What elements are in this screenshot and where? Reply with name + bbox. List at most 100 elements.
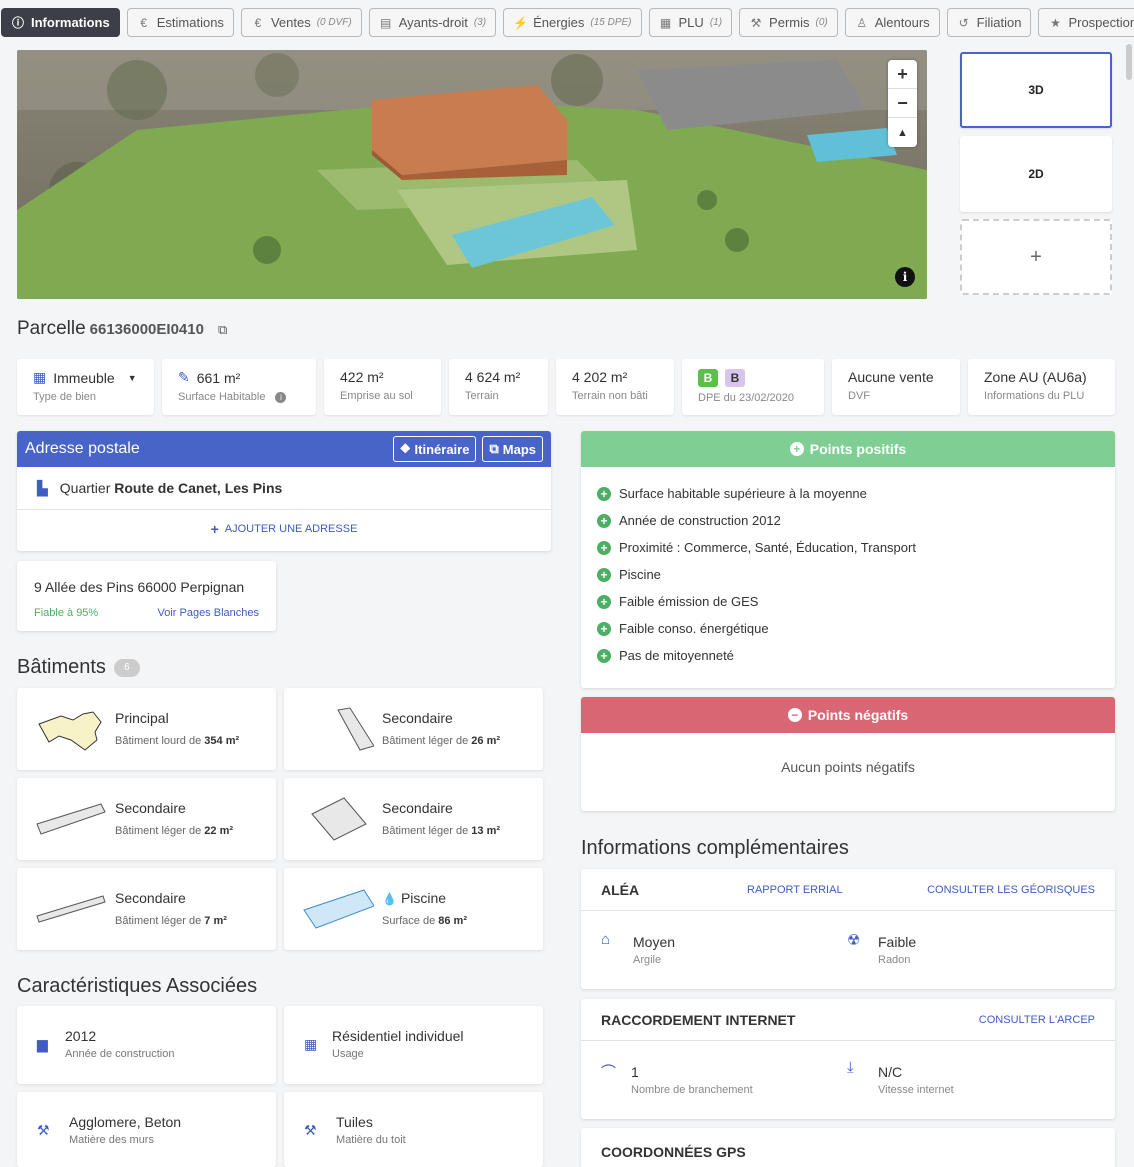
plus-circle-icon: +	[597, 567, 611, 582]
address-header: Adresse postale ⛖ Itinéraire ⧉ Maps	[17, 431, 551, 467]
person-pin-icon: ♙	[856, 15, 868, 30]
itineraire-button[interactable]: ⛖ Itinéraire	[393, 436, 477, 462]
stat-surface-habitable: ✎ 661 m² Surface Habitable i	[162, 359, 316, 415]
maps-button[interactable]: ⧉ Maps	[482, 436, 543, 462]
building-shape-icon	[36, 803, 106, 835]
stat-dvf: Aucune vente DVF	[832, 359, 960, 415]
plus-circle-icon: +	[597, 648, 611, 663]
star-icon: ★	[1050, 15, 1061, 30]
add-view-button[interactable]: +	[960, 219, 1112, 295]
count-badge: 6	[113, 658, 140, 677]
minus-circle-icon: −	[787, 708, 802, 722]
internet-card: RACCORDEMENT INTERNET CONSULTER L'ARCEP …	[581, 999, 1115, 1119]
positive-points-header: + Points positifs	[581, 431, 1115, 467]
list-item: + Piscine	[581, 561, 1115, 588]
building-shape-icon	[36, 895, 106, 923]
stat-terrain: 4 624 m² Terrain	[449, 359, 548, 415]
plus-circle-icon: +	[597, 513, 611, 528]
tab-plu[interactable]: ▦ PLU (1)	[648, 8, 733, 37]
building-card[interactable]: Secondaire Bâtiment léger de 26 m²	[284, 688, 543, 770]
carac-usage-card: ▦ Résidentiel individuel Usage	[284, 1006, 543, 1084]
zoom-out-button[interactable]: −	[888, 89, 917, 118]
document-icon: ▦	[659, 15, 672, 30]
map-info-button[interactable]: i	[895, 267, 915, 287]
hammer-icon: ⚒	[37, 1122, 50, 1138]
internet-header: RACCORDEMENT INTERNET CONSULTER L'ARCEP	[581, 999, 1115, 1041]
home-icon: ⌂	[601, 931, 611, 948]
dpe-ges-badge: B	[725, 369, 745, 387]
city-icon: ▙	[37, 479, 48, 496]
zoom-in-button[interactable]: +	[888, 60, 917, 89]
tab-permis[interactable]: ⚒ Permis (0)	[739, 8, 838, 37]
tab-estimations[interactable]: € Estimations	[126, 8, 234, 37]
building-card[interactable]: Principal Bâtiment lourd de 354 m²	[17, 688, 276, 770]
id-card-icon: ▤	[380, 15, 392, 30]
tab-bar: ⓘ Informations € Estimations € Ventes (0 DVF…	[1, 8, 1134, 37]
pages-blanches-link[interactable]: Voir Pages Blanches	[157, 607, 259, 619]
page-title: Parcelle 66136000EI0410 ⧉	[17, 318, 228, 339]
list-item: + Proximité : Commerce, Santé, Éducation,…	[581, 534, 1115, 561]
compass-button[interactable]: ▲	[888, 118, 917, 147]
aerial-map-image	[17, 50, 927, 299]
stat-plu: Zone AU (AU6a) Informations du PLU	[968, 359, 1115, 415]
tab-informations[interactable]: ⓘ Informations	[1, 8, 120, 37]
address-quartier: ▙ Quartier Route de Canet, Les Pins	[17, 467, 551, 510]
negative-points-header: − Points négatifs	[581, 697, 1115, 733]
edit-icon[interactable]: ✎	[178, 369, 190, 386]
plus-icon: +	[210, 521, 219, 537]
external-link-icon: ⧉	[489, 441, 499, 456]
list-item: + Pas de mitoyenneté	[581, 642, 1115, 669]
tab-alentours[interactable]: ♙ Alentours	[844, 8, 940, 37]
gps-card: COORDONNÉES GPS	[581, 1128, 1115, 1167]
view-2d-button[interactable]: 2D	[960, 136, 1112, 212]
positive-points-list: + Surface habitable supérieure à la moyen…	[581, 467, 1115, 669]
plus-circle-icon: +	[597, 594, 611, 609]
pool-shape-icon	[303, 889, 374, 929]
tab-energies[interactable]: ⚡ Énergies (15 DPE)	[503, 8, 642, 37]
plus-circle-icon: +	[597, 486, 611, 501]
tab-filiation[interactable]: ↺ Filiation	[946, 8, 1032, 37]
building-icon: ▦	[304, 1036, 318, 1052]
radon-icon: ☢	[847, 932, 861, 949]
connection-icon: ⌒	[601, 1064, 617, 1081]
plus-circle-icon: +	[789, 442, 804, 456]
arcep-link[interactable]: CONSULTER L'ARCEP	[979, 1014, 1095, 1026]
building-card[interactable]: Secondaire Bâtiment léger de 13 m²	[284, 778, 543, 860]
info-icon[interactable]: i	[275, 391, 287, 403]
tab-prospection[interactable]: ★ Prospection	[1038, 8, 1134, 37]
stat-dpe[interactable]: BB DPE du 23/02/2020	[682, 359, 824, 415]
scrollbar[interactable]	[1126, 44, 1132, 80]
tab-ventes[interactable]: € Ventes (0 DVF)	[240, 8, 362, 37]
info-icon: ⓘ	[11, 16, 24, 30]
address-card: Adresse postale ⛖ Itinéraire ⧉ Maps ▙ Quar…	[17, 431, 551, 551]
rapport-errial-link[interactable]: RAPPORT ERRIAL	[747, 884, 843, 896]
list-item: + Surface habitable supérieure à la moyen…	[581, 480, 1115, 507]
address-suggestion-card[interactable]: 9 Allée des Pins 66000 Perpignan Fiable …	[17, 561, 276, 631]
download-icon: ⤓	[847, 1059, 854, 1076]
georisques-link[interactable]: CONSULTER LES GÉORISQUES	[927, 884, 1095, 896]
stat-type-bien[interactable]: ▦ Immeuble ▼ Type de bien	[17, 359, 154, 415]
building-card[interactable]: Secondaire Bâtiment léger de 22 m²	[17, 778, 276, 860]
building-card[interactable]: Secondaire Bâtiment léger de 7 m²	[17, 868, 276, 950]
road-icon: ⛖	[400, 441, 411, 456]
add-address-button[interactable]: + AJOUTER UNE ADRESSE	[17, 510, 551, 548]
alea-card: ALÉA RAPPORT ERRIAL CONSULTER LES GÉORIS…	[581, 869, 1115, 989]
building-icon: ▦	[33, 369, 47, 385]
stat-emprise-sol: 422 m² Emprise au sol	[324, 359, 441, 415]
map-3d-view[interactable]: + − ▲ i	[17, 50, 927, 299]
parcel-id: 66136000EI0410	[89, 321, 204, 338]
history-icon: ↺	[958, 15, 969, 30]
euro-icon: €	[140, 15, 148, 30]
building-shape-icon	[337, 707, 374, 751]
pool-card[interactable]: 💧 Piscine Surface de 86 m²	[284, 868, 543, 950]
building-shape-icon	[38, 711, 102, 751]
carac-annee-card: ▆ 2012 Année de construction	[17, 1006, 276, 1084]
plus-circle-icon: +	[597, 621, 611, 636]
euro-icon: €	[254, 15, 262, 30]
view-3d-button[interactable]: 3D	[960, 52, 1112, 128]
caracteristiques-title: Caractéristiques Associées	[17, 975, 258, 997]
stat-terrain-non-bati: 4 202 m² Terrain non bâti	[556, 359, 674, 415]
copy-icon[interactable]: ⧉	[218, 322, 227, 337]
tab-ayants-droit[interactable]: ▤ Ayants-droit (3)	[368, 8, 497, 37]
map-controls: + − ▲	[888, 60, 917, 147]
